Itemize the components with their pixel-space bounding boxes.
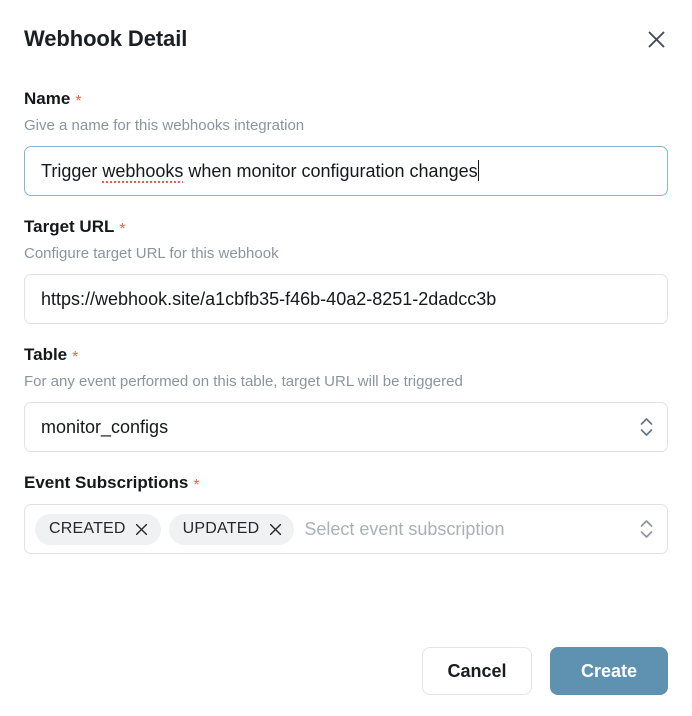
required-indicator: * (193, 477, 200, 494)
table-label-text: Table (24, 345, 68, 364)
field-target-url: Target URL * Configure target URL for th… (24, 216, 668, 324)
tag-remove-close-icon[interactable] (135, 522, 149, 536)
page-title: Webhook Detail (24, 26, 188, 51)
event-subscriptions-multiselect[interactable]: CREATED UPDATED Select event subscriptio… (24, 504, 668, 554)
field-table: Table * For any event performed on this … (24, 344, 668, 452)
name-value-misspelled-word: webhooks (102, 161, 184, 183)
tag-label: UPDATED (182, 520, 260, 537)
cancel-button[interactable]: Cancel (422, 647, 532, 695)
table-label: Table * (24, 344, 668, 366)
text-caret (477, 160, 480, 181)
name-value-prefix: Trigger (41, 161, 103, 181)
dialog-footer: Cancel Create (24, 647, 668, 695)
target-url-help-text: Configure target URL for this webhook (24, 245, 279, 262)
target-url-input-value: https://webhook.site/a1cbfb35-f46b-40a2-… (41, 289, 497, 309)
event-subscription-tag: CREATED (35, 513, 161, 545)
name-value-suffix: when monitor configuration changes (183, 161, 478, 181)
name-help-text: Give a name for this webhooks integratio… (24, 117, 305, 134)
event-subscriptions-label: Event Subscriptions * (24, 472, 668, 494)
table-select[interactable]: monitor_configs (24, 402, 668, 452)
table-select-value: monitor_configs (41, 417, 169, 437)
event-subscriptions-placeholder: Select event subscription (304, 519, 505, 539)
dialog-header: Webhook Detail (24, 0, 668, 62)
table-help-text: For any event performed on this table, t… (24, 373, 463, 390)
chevron-up-down-icon[interactable] (640, 520, 653, 539)
target-url-input[interactable]: https://webhook.site/a1cbfb35-f46b-40a2-… (24, 274, 668, 324)
required-indicator: * (72, 349, 79, 366)
required-indicator: * (119, 221, 126, 238)
target-url-label-text: Target URL (24, 217, 115, 236)
name-input-value: Trigger webhooks when monitor configurat… (41, 159, 651, 183)
close-button[interactable] (642, 25, 670, 53)
required-indicator: * (75, 93, 82, 110)
event-subscription-tag: UPDATED (168, 513, 295, 545)
target-url-label: Target URL * (24, 216, 668, 238)
create-button[interactable]: Create (550, 647, 668, 695)
chevron-up-down-icon[interactable] (640, 418, 653, 437)
tag-remove-close-icon[interactable] (268, 522, 282, 536)
field-name: Name * Give a name for this webhooks int… (24, 88, 668, 196)
event-subscriptions-label-text: Event Subscriptions (24, 473, 189, 492)
tag-label: CREATED (49, 520, 126, 537)
webhook-detail-dialog: Webhook Detail Name * Give a name for th… (0, 0, 692, 716)
name-label: Name * (24, 88, 668, 110)
name-label-text: Name (24, 89, 71, 108)
close-icon (646, 29, 667, 50)
field-event-subscriptions: Event Subscriptions * CREATED UPDATED Se… (24, 472, 668, 554)
name-input[interactable]: Trigger webhooks when monitor configurat… (24, 146, 668, 196)
